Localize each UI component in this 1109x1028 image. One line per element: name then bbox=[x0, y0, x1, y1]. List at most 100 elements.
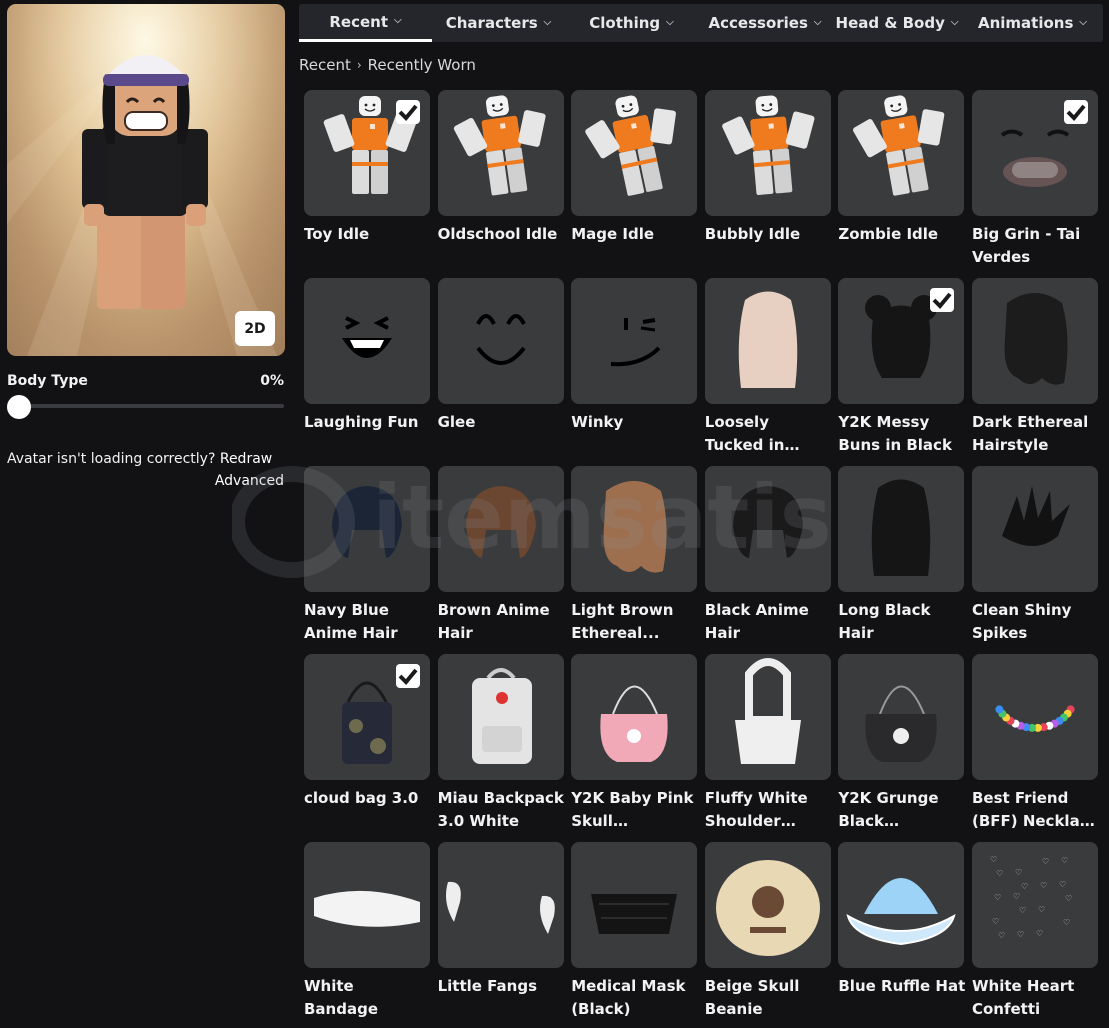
tab-animations[interactable]: Animations ⌵ bbox=[962, 4, 1103, 42]
item-card-long-black-hair[interactable]: Long Black Hair bbox=[838, 466, 965, 642]
item-thumbnail[interactable] bbox=[704, 466, 831, 592]
item-card-laughing-fun[interactable]: Laughing Fun bbox=[304, 278, 430, 431]
item-thumbnail[interactable] bbox=[571, 842, 698, 968]
item-card-white-heart-confetti[interactable]: ♡ ♡ ♡ ♡ ♡ ♡ ♡ ♡ ♡ ♡ ♡ ♡ ♡ ♡ ♡ ♡ ♡ ♡ White Heart Confetti bbox=[971, 842, 1098, 1018]
item-name[interactable]: Glee bbox=[438, 411, 566, 434]
item-name[interactable]: Laughing Fun bbox=[304, 411, 432, 434]
item-thumbnail[interactable] bbox=[571, 654, 698, 780]
item-name[interactable]: Y2K Grunge Black Shoulder... bbox=[838, 787, 966, 833]
item-thumbnail[interactable] bbox=[704, 654, 831, 780]
item-thumbnail[interactable] bbox=[437, 842, 564, 968]
tab-accessories[interactable]: Accessories ⌵ bbox=[698, 4, 832, 42]
item-thumbnail[interactable] bbox=[304, 654, 430, 780]
advanced-link[interactable]: Advanced bbox=[215, 473, 284, 489]
item-card-light-brown-ethereal[interactable]: Light Brown Ethereal... bbox=[571, 466, 698, 642]
item-name[interactable]: White Heart Confetti bbox=[972, 975, 1100, 1021]
item-thumbnail[interactable] bbox=[437, 278, 564, 404]
tab-recent[interactable]: Recent ⌵ bbox=[299, 4, 432, 42]
item-card-zombie-idle[interactable]: Zombie Idle bbox=[838, 90, 965, 243]
item-name[interactable]: Oldschool Idle bbox=[438, 223, 566, 246]
item-thumbnail[interactable] bbox=[304, 466, 430, 592]
item-name[interactable]: Mage Idle bbox=[571, 223, 699, 246]
item-card-mage-idle[interactable]: Mage Idle bbox=[571, 90, 698, 243]
item-thumbnail[interactable] bbox=[571, 278, 698, 404]
item-thumbnail[interactable] bbox=[437, 90, 564, 216]
item-thumbnail[interactable] bbox=[704, 278, 831, 404]
item-card-toy-idle[interactable]: Toy Idle bbox=[304, 90, 430, 243]
tab-clothing[interactable]: Clothing ⌵ bbox=[565, 4, 698, 42]
item-name[interactable]: White Bandage bbox=[304, 975, 432, 1021]
body-type-slider-track[interactable] bbox=[7, 404, 284, 408]
item-card-oldschool-idle[interactable]: Oldschool Idle bbox=[437, 90, 564, 243]
item-name[interactable]: Best Friend (BFF) Necklace (3.0) bbox=[972, 787, 1100, 833]
item-card-glee[interactable]: Glee bbox=[437, 278, 564, 431]
item-name[interactable]: cloud bag 3.0 bbox=[304, 787, 432, 810]
worn-checkmark-icon[interactable] bbox=[1063, 100, 1088, 124]
item-name[interactable]: Little Fangs bbox=[438, 975, 566, 998]
item-thumbnail[interactable] bbox=[437, 466, 564, 592]
item-name[interactable]: Clean Shiny Spikes bbox=[972, 599, 1100, 645]
item-thumbnail[interactable] bbox=[971, 278, 1098, 404]
body-type-slider-thumb[interactable] bbox=[7, 395, 31, 419]
item-card-little-fangs[interactable]: Little Fangs bbox=[437, 842, 564, 995]
item-thumbnail[interactable] bbox=[304, 842, 430, 968]
item-card-blue-ruffle-hat[interactable]: Blue Ruffle Hat bbox=[838, 842, 965, 995]
item-name[interactable]: Loosely Tucked in Bandana Hai... bbox=[705, 411, 833, 457]
item-thumbnail[interactable] bbox=[838, 278, 965, 404]
item-name[interactable]: Miau Backpack 3.0 White bbox=[438, 787, 566, 833]
item-card-loosely-tucked-in-bandana-hai[interactable]: Loosely Tucked in Bandana Hai... bbox=[704, 278, 831, 454]
item-thumbnail[interactable] bbox=[571, 466, 698, 592]
item-name[interactable]: Y2K Messy Buns in Black bbox=[838, 411, 966, 457]
item-name[interactable]: Beige Skull Beanie bbox=[705, 975, 833, 1021]
tab-head-body[interactable]: Head & Body ⌵ bbox=[832, 4, 962, 42]
item-name[interactable]: Navy Blue Anime Hair bbox=[304, 599, 432, 645]
item-thumbnail[interactable] bbox=[838, 654, 965, 780]
item-thumbnail[interactable] bbox=[838, 842, 965, 968]
item-card-cloud-bag-3-0[interactable]: cloud bag 3.0 bbox=[304, 654, 430, 807]
item-card-clean-shiny-spikes[interactable]: Clean Shiny Spikes bbox=[971, 466, 1098, 642]
item-card-winky[interactable]: Winky bbox=[571, 278, 698, 431]
item-name[interactable]: Black Anime Hair bbox=[705, 599, 833, 645]
item-card-bubbly-idle[interactable]: Bubbly Idle bbox=[704, 90, 831, 243]
item-thumbnail[interactable] bbox=[571, 90, 698, 216]
item-card-miau-backpack-3-0-white[interactable]: Miau Backpack 3.0 White bbox=[437, 654, 564, 830]
item-name[interactable]: Toy Idle bbox=[304, 223, 432, 246]
item-card-y2k-grunge-black-shoulder[interactable]: Y2K Grunge Black Shoulder... bbox=[838, 654, 965, 830]
item-thumbnail[interactable] bbox=[704, 90, 831, 216]
breadcrumb-root[interactable]: Recent bbox=[299, 56, 351, 74]
item-name[interactable]: Bubbly Idle bbox=[705, 223, 833, 246]
item-thumbnail[interactable] bbox=[304, 90, 430, 216]
view-2d-button[interactable]: 2D bbox=[235, 311, 275, 346]
item-card-fluffy-white-shoulder-bag[interactable]: Fluffy White Shoulder Bag... bbox=[704, 654, 831, 830]
worn-checkmark-icon[interactable] bbox=[930, 288, 955, 312]
worn-checkmark-icon[interactable] bbox=[396, 664, 420, 688]
item-card-best-friend-bff-necklace-3-0[interactable]: Best Friend (BFF) Necklace (3.0) bbox=[971, 654, 1099, 830]
item-name[interactable]: Fluffy White Shoulder Bag... bbox=[705, 787, 833, 833]
item-name[interactable]: Medical Mask (Black) bbox=[571, 975, 699, 1021]
item-card-brown-anime-hair[interactable]: Brown Anime Hair bbox=[437, 466, 564, 642]
item-thumbnail[interactable] bbox=[437, 654, 564, 780]
item-name[interactable]: Y2K Baby Pink Skull Shoulder... bbox=[571, 787, 699, 833]
item-name[interactable]: Winky bbox=[571, 411, 699, 434]
item-card-y2k-baby-pink-skull-shoulder[interactable]: Y2K Baby Pink Skull Shoulder... bbox=[571, 654, 698, 830]
item-name[interactable]: Big Grin - Tai Verdes bbox=[972, 223, 1100, 269]
item-name[interactable]: Zombie Idle bbox=[838, 223, 966, 246]
item-card-dark-ethereal-hairstyle[interactable]: Dark Ethereal Hairstyle bbox=[971, 278, 1098, 454]
item-name[interactable]: Brown Anime Hair bbox=[438, 599, 566, 645]
item-card-navy-blue-anime-hair[interactable]: Navy Blue Anime Hair bbox=[304, 466, 430, 642]
item-card-black-anime-hair[interactable]: Black Anime Hair bbox=[704, 466, 831, 642]
item-thumbnail[interactable] bbox=[704, 842, 831, 968]
avatar-preview[interactable]: 2D bbox=[7, 4, 285, 356]
item-card-y2k-messy-buns-in-black[interactable]: Y2K Messy Buns in Black bbox=[838, 278, 965, 454]
item-card-white-bandage[interactable]: White Bandage bbox=[304, 842, 430, 1018]
item-card-medical-mask-black[interactable]: Medical Mask (Black) bbox=[571, 842, 698, 1018]
item-card-big-grin-tai-verdes[interactable]: Big Grin - Tai Verdes bbox=[971, 90, 1098, 266]
tab-characters[interactable]: Characters ⌵ bbox=[432, 4, 565, 42]
item-card-beige-skull-beanie[interactable]: Beige Skull Beanie bbox=[704, 842, 831, 1018]
item-thumbnail[interactable]: ♡ ♡ ♡ ♡ ♡ ♡ ♡ ♡ ♡ ♡ ♡ ♡ ♡ ♡ ♡ ♡ ♡ ♡ bbox=[971, 842, 1098, 968]
item-name[interactable]: Light Brown Ethereal... bbox=[571, 599, 699, 645]
redraw-link[interactable]: Redraw bbox=[220, 451, 272, 467]
item-thumbnail[interactable] bbox=[838, 90, 965, 216]
worn-checkmark-icon[interactable] bbox=[396, 100, 420, 124]
item-thumbnail[interactable] bbox=[971, 654, 1098, 780]
